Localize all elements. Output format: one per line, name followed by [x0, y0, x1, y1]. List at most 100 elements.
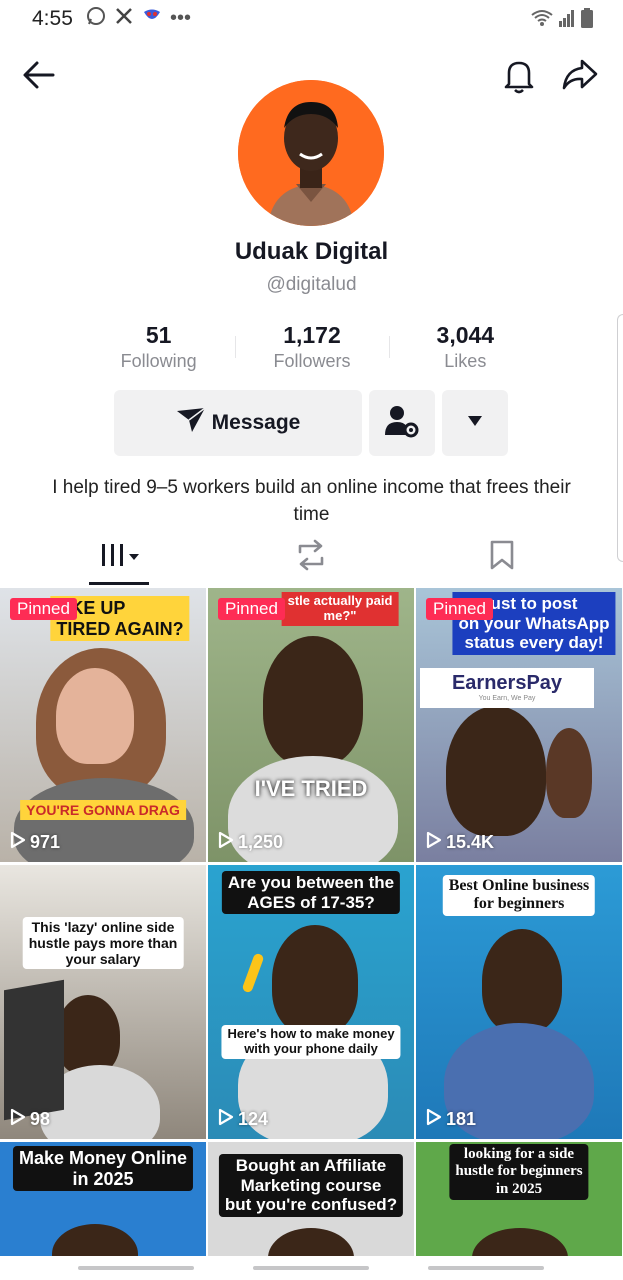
play-icon [10, 1108, 26, 1131]
bookmark-icon [489, 540, 515, 575]
video-caption: Are you between the AGES of 17-35? [221, 871, 401, 915]
profile-handle: @digitalud [266, 274, 357, 295]
view-count: 1,250 [218, 831, 283, 854]
view-count-value: 971 [30, 832, 61, 852]
tab-reposts[interactable] [281, 534, 341, 580]
wifi-icon [531, 9, 553, 32]
view-count: 181 [426, 1108, 476, 1131]
thumbnail-hand [546, 728, 592, 818]
profile-stats: 51 Following 1,172 Followers 3,044 Likes [82, 322, 542, 382]
video-tile[interactable]: Make Money Online in 2025 [0, 1142, 206, 1256]
stat-label: Following [120, 351, 197, 371]
profile-tabs [0, 534, 623, 586]
thumbnail-person [52, 1224, 138, 1256]
pinned-badge: Pinned [426, 598, 493, 620]
message-label: Message [211, 411, 301, 434]
share-icon[interactable] [561, 58, 599, 97]
play-icon [426, 831, 442, 854]
thumbnail-laptop [4, 979, 64, 1121]
stat-value: 3,044 [436, 322, 495, 348]
earnerspay-logo: EarnersPay You Earn, We Pay [420, 668, 594, 708]
tab-favorites[interactable] [472, 534, 532, 580]
thumbnail-person [472, 1228, 568, 1256]
edge-panel-handle[interactable] [617, 314, 623, 562]
stat-likes[interactable]: 3,044 Likes [388, 322, 542, 382]
view-count: 98 [10, 1108, 50, 1131]
system-nav-bar [0, 1256, 623, 1280]
stat-label: Likes [444, 351, 487, 371]
status-bar: 4:55 ••• [0, 0, 623, 40]
battery-icon [581, 8, 593, 33]
status-time: 4:55 [32, 7, 73, 30]
thumbnail-person [268, 1228, 354, 1256]
video-caption: Best Online business for beginners [442, 875, 596, 916]
message-button[interactable]: Message [114, 390, 362, 456]
stat-following[interactable]: 51 Following [82, 322, 235, 382]
active-tab-indicator [89, 582, 149, 585]
stat-followers[interactable]: 1,172 Followers [235, 322, 388, 382]
view-count: 15.4K [426, 831, 494, 854]
play-icon [10, 831, 26, 854]
stat-value: 1,172 [283, 322, 341, 348]
more-notifications-icon: ••• [170, 7, 192, 29]
video-caption-secondary: Here's how to make money with your phone… [221, 1025, 401, 1059]
view-count-value: 1,250 [238, 832, 284, 852]
play-icon [218, 831, 234, 854]
video-grid: OKE UP TIRED AGAIN? YOU'RE GONNA DRAG Pi… [0, 588, 623, 1256]
video-caption-secondary: I'VE TRIED [254, 776, 368, 801]
view-count: 124 [218, 1108, 268, 1131]
nav-home[interactable] [253, 1266, 369, 1270]
play-icon [218, 1108, 234, 1131]
signal-icon [559, 9, 575, 32]
pinned-badge: Pinned [218, 598, 285, 620]
video-caption-secondary: YOU'RE GONNA DRAG [20, 800, 186, 821]
video-caption: This 'lazy' online side hustle pays more… [22, 917, 184, 970]
more-options-button[interactable] [442, 390, 508, 456]
video-tile[interactable]: Best Online business for beginners 181 [416, 865, 622, 1139]
video-tile[interactable]: Bought an Affiliate Marketing course but… [208, 1142, 414, 1256]
whatsapp-icon [86, 6, 106, 31]
video-tile[interactable]: This 'lazy' online side hustle pays more… [0, 865, 206, 1139]
view-count-value: 98 [30, 1109, 51, 1129]
view-count: 971 [10, 831, 60, 854]
profile-name: Uduak Digital [234, 238, 389, 265]
nav-recents[interactable] [78, 1266, 194, 1270]
logo-tagline: You Earn, We Pay [478, 695, 536, 702]
video-tile[interactable]: stle actually paid me?" I'VE TRIED Pinne… [208, 588, 414, 862]
thumbnail-person [272, 925, 358, 1035]
thumbnail-person [56, 995, 120, 1075]
thumbnail-person [482, 929, 562, 1033]
videos-grid-icon [96, 540, 142, 575]
caret-down-icon [467, 414, 483, 432]
send-icon [176, 407, 206, 439]
video-caption: looking for a side hustle for beginners … [449, 1144, 589, 1200]
video-caption: Bought an Affiliate Marketing course but… [218, 1154, 404, 1217]
thumbnail-person [446, 706, 546, 836]
app-notification-icon [142, 6, 162, 31]
bell-icon[interactable] [502, 58, 536, 99]
x-icon [114, 6, 134, 31]
follow-settings-button[interactable] [369, 390, 435, 456]
video-caption: Make Money Online in 2025 [12, 1146, 194, 1192]
stat-label: Followers [273, 351, 351, 371]
pinned-badge: Pinned [10, 598, 77, 620]
video-tile[interactable]: ust to post on your WhatsApp status ever… [416, 588, 622, 862]
nav-back[interactable] [428, 1266, 544, 1270]
tab-videos[interactable] [89, 534, 149, 580]
view-count-value: 181 [446, 1109, 477, 1129]
video-tile[interactable]: OKE UP TIRED AGAIN? YOU'RE GONNA DRAG Pi… [0, 588, 206, 862]
video-tile[interactable]: Are you between the AGES of 17-35? Here'… [208, 865, 414, 1139]
back-arrow-icon[interactable] [22, 60, 56, 95]
profile-bio: I help tired 9–5 workers build an online… [52, 477, 571, 525]
logo-text: EarnersPay [451, 672, 563, 694]
video-caption: stle actually paid me?" [281, 592, 399, 626]
play-icon [426, 1108, 442, 1131]
repost-icon [294, 539, 328, 576]
view-count-value: 124 [238, 1109, 269, 1129]
avatar[interactable] [238, 80, 384, 226]
stat-value: 51 [145, 322, 172, 348]
view-count-value: 15.4K [446, 832, 495, 852]
video-tile[interactable]: looking for a side hustle for beginners … [416, 1142, 622, 1256]
thumbnail-pen [241, 952, 265, 994]
thumbnail-person [263, 636, 363, 766]
